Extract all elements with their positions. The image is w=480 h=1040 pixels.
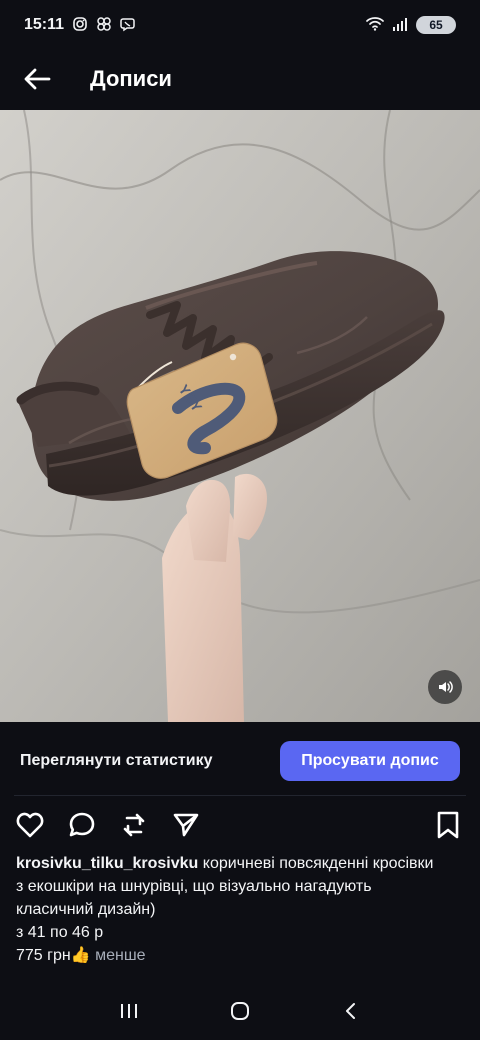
header: Дописи xyxy=(0,50,480,108)
speaker-icon xyxy=(439,681,453,693)
save-button[interactable] xyxy=(432,809,464,841)
status-right: 65 xyxy=(366,16,456,34)
status-bar: 15:11 65 xyxy=(0,0,480,50)
caption-line-5: 775 грн👍 менше xyxy=(16,944,464,967)
bookmark-icon xyxy=(437,811,459,839)
caption-price: 775 грн👍 xyxy=(16,947,91,964)
instagram-icon xyxy=(72,16,88,34)
post-caption: krosivku_tilku_krosivku коричневі повсяк… xyxy=(16,852,464,967)
wifi-icon xyxy=(366,16,384,34)
post-icons-left xyxy=(14,809,202,841)
battery-indicator: 65 xyxy=(416,16,456,34)
home-icon xyxy=(230,1002,249,1020)
less-link[interactable]: менше xyxy=(91,947,145,964)
recent-apps-button[interactable] xyxy=(108,990,150,1032)
repost-button[interactable] xyxy=(118,809,150,841)
caption-line-4: з 41 по 46 р xyxy=(16,924,104,941)
post-media[interactable]: YZY xyxy=(0,110,480,722)
heart-icon xyxy=(16,812,44,838)
caption-description-start: коричневі повсякденні кросівки xyxy=(198,855,434,872)
post-icons-row xyxy=(0,803,480,847)
send-button[interactable] xyxy=(170,809,202,841)
comment-icon xyxy=(69,812,95,837)
tag-hole xyxy=(229,353,237,361)
view-stats-link[interactable]: Переглянути статистику xyxy=(20,752,213,770)
status-left: 15:11 xyxy=(24,16,136,34)
caption-line-3: класичний дизайн) xyxy=(16,901,156,918)
status-time: 15:11 xyxy=(24,16,65,33)
thumb xyxy=(186,479,231,562)
comment-button[interactable] xyxy=(66,809,98,841)
back-icon xyxy=(345,1003,355,1019)
caption-username[interactable]: krosivku_tilku_krosivku xyxy=(16,855,198,872)
recent-apps-icon xyxy=(121,1004,138,1018)
caption-line-2: з екошкіри на шнурівці, що візуально наг… xyxy=(16,878,372,895)
repost-icon xyxy=(123,813,145,837)
caption-line-1: krosivku_tilku_krosivku коричневі повсяк… xyxy=(16,852,464,875)
post-action-row: Переглянути статистику Просувати допис xyxy=(0,732,480,790)
sneaker-photo: YZY xyxy=(0,110,480,722)
home-button[interactable] xyxy=(219,990,261,1032)
signal-icon xyxy=(392,16,408,34)
page-title: Дописи xyxy=(90,66,172,91)
viber-icon xyxy=(120,16,136,34)
system-navigation-bar xyxy=(0,982,480,1040)
send-icon xyxy=(173,813,199,837)
pinwheel-icon xyxy=(96,16,112,34)
promote-post-button[interactable]: Просувати допис xyxy=(280,741,460,781)
system-back-button[interactable] xyxy=(330,990,372,1032)
arrow-left-icon xyxy=(24,68,51,90)
divider xyxy=(14,795,466,796)
audio-button[interactable] xyxy=(428,670,462,704)
like-button[interactable] xyxy=(14,809,46,841)
back-button[interactable] xyxy=(18,60,56,98)
